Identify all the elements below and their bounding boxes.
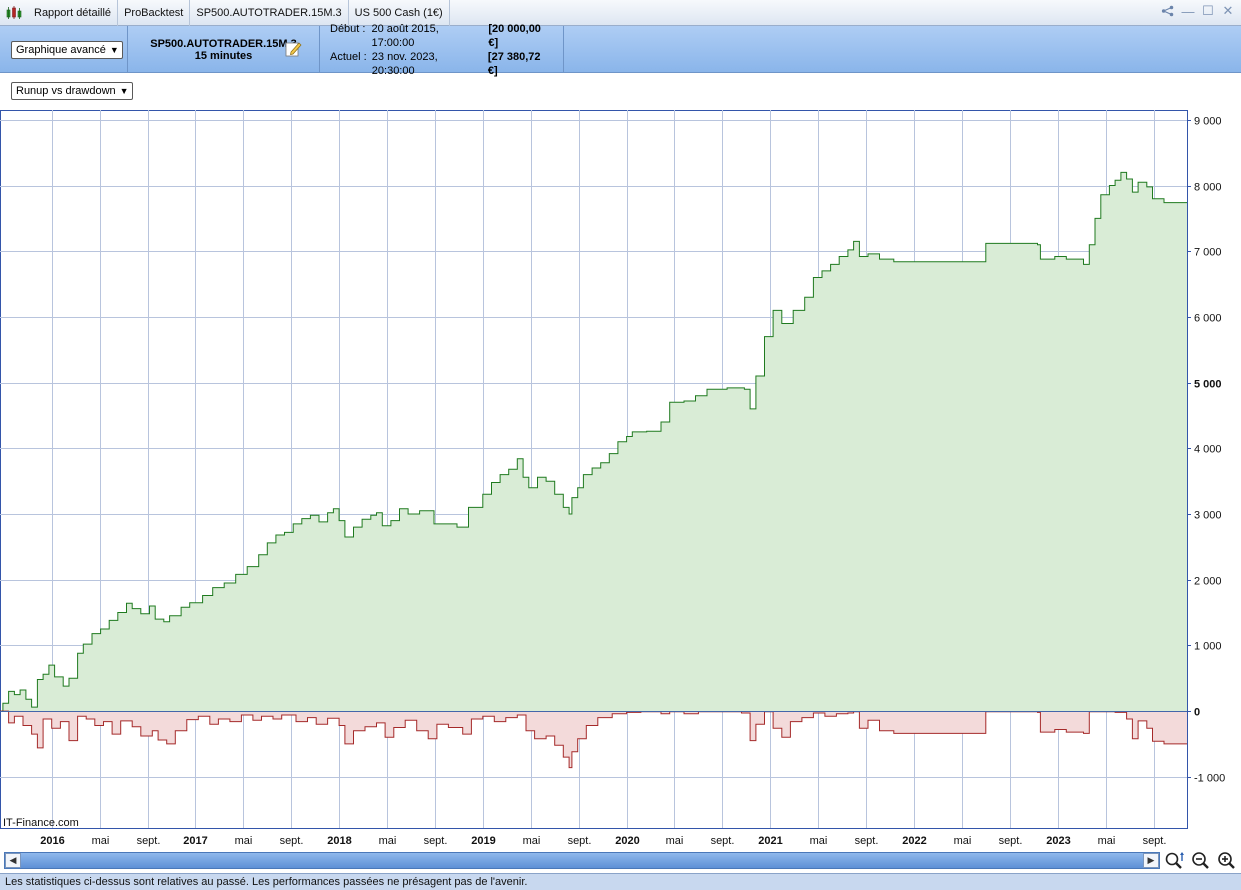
tab-bar: Rapport détaillé ProBacktest SP500.AUTOT… bbox=[0, 0, 1241, 26]
y-tick-label: 2 000 bbox=[1194, 576, 1222, 588]
close-icon[interactable]: ✕ bbox=[1221, 3, 1235, 18]
x-tick-label: sept. bbox=[137, 835, 161, 847]
x-tick-label: mai bbox=[523, 835, 541, 847]
tab-strategy[interactable]: SP500.AUTOTRADER.15M.3 bbox=[190, 0, 349, 26]
y-tick-label: 4 000 bbox=[1194, 444, 1222, 456]
x-tick-label: 2019 bbox=[471, 835, 495, 847]
x-tick-label: sept. bbox=[280, 835, 304, 847]
y-tick-label: 3 000 bbox=[1194, 510, 1222, 522]
chevron-down-icon: ▼ bbox=[109, 44, 119, 55]
chart-svg: 9 000 8 000 7 000 6 000 5 000 4 000 3 000 2 000… bbox=[0, 110, 1225, 847]
x-tick-label: 2022 bbox=[902, 835, 926, 847]
chevron-down-icon: ▼ bbox=[119, 86, 129, 96]
x-tick-label: sept. bbox=[424, 835, 448, 847]
watermark: IT-Finance.com bbox=[3, 817, 79, 829]
zoom-fit-icon[interactable] bbox=[1163, 850, 1187, 871]
x-tick-label: sept. bbox=[711, 835, 735, 847]
x-tick-label: 2016 bbox=[40, 835, 64, 847]
x-tick-label: mai bbox=[1098, 835, 1116, 847]
tab-detailed-report[interactable]: Rapport détaillé bbox=[28, 0, 119, 26]
zoom-in-icon[interactable] bbox=[1215, 850, 1239, 871]
current-label: Actuel : bbox=[330, 50, 367, 63]
start-label: Début : bbox=[330, 22, 366, 35]
view-select-value: Graphique avancé bbox=[16, 43, 106, 56]
minimize-icon[interactable]: — bbox=[1181, 4, 1195, 19]
x-tick-label: sept. bbox=[855, 835, 879, 847]
x-tick-label: 2018 bbox=[327, 835, 351, 847]
backtest-window: Rapport détaillé ProBacktest SP500.AUTOT… bbox=[0, 0, 1241, 890]
x-tick-label: sept. bbox=[999, 835, 1023, 847]
x-tick-label: 2017 bbox=[183, 835, 207, 847]
x-tick-label: mai bbox=[810, 835, 828, 847]
y-tick-label: 7 000 bbox=[1194, 247, 1222, 259]
disclaimer-footer: Les statistiques ci-dessus sont relative… bbox=[0, 873, 1241, 890]
x-tick-label: 2020 bbox=[615, 835, 639, 847]
window-controls: — ☐ ✕ bbox=[1161, 3, 1235, 19]
instrument-section: SP500.AUTOTRADER.15M.3 15 minutes bbox=[128, 26, 320, 73]
runup-drawdown-chart[interactable]: 9 000 8 000 7 000 6 000 5 000 4 000 3 000 2 000… bbox=[0, 110, 1241, 850]
y-tick-label: 5 000 bbox=[1194, 379, 1222, 391]
x-tick-label: mai bbox=[954, 835, 972, 847]
current-date: 23 nov. 2023, 20:30:00 bbox=[371, 50, 438, 77]
x-tick-label: sept. bbox=[568, 835, 592, 847]
view-select[interactable]: Graphique avancé ▼ bbox=[11, 40, 123, 59]
x-tick-label: 2021 bbox=[758, 835, 782, 847]
scroll-left-icon[interactable]: ◀ bbox=[5, 853, 21, 868]
scroll-right-icon[interactable]: ▶ bbox=[1143, 853, 1159, 868]
zoom-controls bbox=[1163, 850, 1239, 871]
pencil-edit-icon[interactable] bbox=[285, 40, 303, 61]
timeframe: 15 minutes bbox=[194, 49, 253, 62]
x-tick-label: mai bbox=[379, 835, 397, 847]
y-tick-label: 6 000 bbox=[1194, 313, 1222, 325]
x-tick-label: 2023 bbox=[1046, 835, 1070, 847]
x-tick-label: mai bbox=[235, 835, 253, 847]
y-tick-label: 9 000 bbox=[1194, 116, 1222, 128]
instrument-name: SP500.AUTOTRADER.15M.3 bbox=[150, 37, 297, 50]
current-capital: [27 380,72 €] bbox=[487, 50, 541, 77]
y-tick-label: -1 000 bbox=[1194, 773, 1225, 785]
x-tick-label: mai bbox=[92, 835, 110, 847]
y-tick-label: 8 000 bbox=[1194, 182, 1222, 194]
start-date: 20 août 2015, 17:00:00 bbox=[371, 22, 439, 49]
zoom-out-icon[interactable] bbox=[1189, 850, 1213, 871]
candlestick-chart-icon bbox=[4, 3, 24, 23]
start-capital: [20 000,00 €] bbox=[488, 22, 541, 49]
x-tick-label: mai bbox=[666, 835, 684, 847]
chart-type-value: Runup vs drawdown bbox=[16, 85, 116, 97]
x-tick-label: sept. bbox=[1143, 835, 1167, 847]
tab-probacktest[interactable]: ProBacktest bbox=[118, 0, 191, 26]
backtest-header: Graphique avancé ▼ SP500.AUTOTRADER.15M.… bbox=[0, 23, 1241, 77]
chart-type-select[interactable]: Runup vs drawdown ▼ bbox=[11, 82, 133, 100]
view-section: Graphique avancé ▼ bbox=[0, 26, 128, 73]
horizontal-scrollbar[interactable]: ◀ ▶ bbox=[4, 852, 1160, 869]
y-tick-label: 0 bbox=[1194, 707, 1200, 719]
y-tick-label: 1 000 bbox=[1194, 641, 1222, 653]
share-icon[interactable] bbox=[1161, 4, 1175, 18]
maximize-icon[interactable]: ☐ bbox=[1201, 3, 1215, 18]
dates-section: Début : 20 août 2015, 17:00:00 [20 000,0… bbox=[320, 23, 564, 77]
